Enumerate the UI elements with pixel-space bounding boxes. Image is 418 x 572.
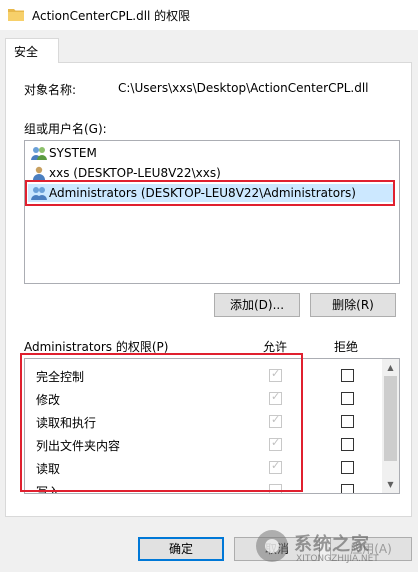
permissions-scrollbar[interactable]: ▲ ▼ bbox=[382, 359, 399, 493]
cancel-button[interactable]: 取消 bbox=[234, 537, 320, 561]
deny-checkbox[interactable] bbox=[341, 438, 354, 451]
allow-checkbox[interactable]: ✓ bbox=[269, 436, 282, 451]
scroll-down-icon[interactable]: ▼ bbox=[382, 476, 399, 493]
object-path: C:\Users\xxs\Desktop\ActionCenterCPL.dll bbox=[118, 81, 369, 95]
users-icon bbox=[31, 147, 47, 160]
allow-checkbox[interactable]: ✓ bbox=[269, 367, 282, 382]
permission-row: 写入 bbox=[25, 479, 379, 494]
permission-row: 列出文件夹内容 ✓ bbox=[25, 433, 379, 456]
title-bar[interactable]: ActionCenterCPL.dll 的权限 bbox=[0, 0, 418, 30]
permission-row: 读取和执行 ✓ bbox=[25, 410, 379, 433]
tab-security[interactable]: 安全 bbox=[5, 38, 59, 63]
list-item-label: Administrators (DESKTOP-LEU8V22\Administ… bbox=[49, 186, 356, 200]
deny-checkbox[interactable] bbox=[341, 369, 354, 382]
list-item-label: xxs (DESKTOP-LEU8V22\xxs) bbox=[49, 166, 221, 180]
permission-name: 写入 bbox=[36, 485, 61, 494]
deny-checkbox[interactable] bbox=[341, 415, 354, 428]
permission-name: 读取和执行 bbox=[36, 416, 97, 430]
check-icon: ✓ bbox=[271, 367, 281, 380]
list-item-system[interactable]: SYSTEM bbox=[28, 144, 394, 162]
deny-checkbox[interactable] bbox=[341, 461, 354, 474]
list-item-label: SYSTEM bbox=[49, 146, 97, 160]
permission-name: 列出文件夹内容 bbox=[36, 439, 121, 453]
window-title: ActionCenterCPL.dll 的权限 bbox=[32, 9, 191, 23]
check-icon: ✓ bbox=[271, 413, 281, 426]
check-icon: ✓ bbox=[271, 436, 281, 449]
permission-row: 完全控制 ✓ bbox=[25, 364, 379, 387]
permissions-label: Administrators 的权限(P) bbox=[24, 340, 169, 354]
scrollbar-thumb[interactable] bbox=[384, 376, 397, 461]
ok-button[interactable]: 确定 bbox=[138, 537, 224, 561]
list-item-administrators[interactable]: Administrators (DESKTOP-LEU8V22\Administ… bbox=[28, 184, 394, 202]
permission-name: 读取 bbox=[36, 462, 61, 476]
check-icon: ✓ bbox=[271, 459, 281, 472]
permission-row: 修改 ✓ bbox=[25, 387, 379, 410]
remove-button[interactable]: 删除(R) bbox=[310, 293, 396, 317]
users-icon bbox=[31, 187, 47, 200]
permission-name: 修改 bbox=[36, 393, 61, 407]
add-button[interactable]: 添加(D)... bbox=[214, 293, 300, 317]
deny-header: 拒绝 bbox=[334, 340, 359, 354]
allow-header: 允许 bbox=[263, 340, 288, 354]
deny-checkbox[interactable] bbox=[341, 392, 354, 405]
check-icon: ✓ bbox=[271, 390, 281, 403]
permission-name: 完全控制 bbox=[36, 370, 85, 384]
allow-checkbox[interactable]: ✓ bbox=[269, 413, 282, 428]
scroll-up-icon[interactable]: ▲ bbox=[382, 359, 399, 376]
deny-checkbox[interactable] bbox=[341, 484, 354, 493]
groups-label: 组或用户名(G): bbox=[24, 122, 107, 136]
allow-checkbox[interactable] bbox=[269, 484, 282, 493]
permissions-list[interactable]: 完全控制 ✓ 修改 ✓ 读取和执行 ✓ 列出文件夹内容 ✓ 读取 ✓ 写入 ▲ … bbox=[24, 358, 400, 494]
user-icon bbox=[33, 166, 45, 180]
allow-checkbox[interactable]: ✓ bbox=[269, 390, 282, 405]
group-user-list[interactable]: SYSTEM xxs (DESKTOP-LEU8V22\xxs) Adminis… bbox=[24, 140, 400, 284]
allow-checkbox[interactable]: ✓ bbox=[269, 459, 282, 474]
apply-button[interactable]: 应用(A) bbox=[330, 537, 412, 561]
object-name-label: 对象名称: bbox=[24, 83, 77, 97]
folder-icon bbox=[8, 9, 24, 21]
permission-row: 读取 ✓ bbox=[25, 456, 379, 479]
tab-security-label: 安全 bbox=[14, 45, 39, 59]
list-item-xxs[interactable]: xxs (DESKTOP-LEU8V22\xxs) bbox=[28, 164, 394, 182]
